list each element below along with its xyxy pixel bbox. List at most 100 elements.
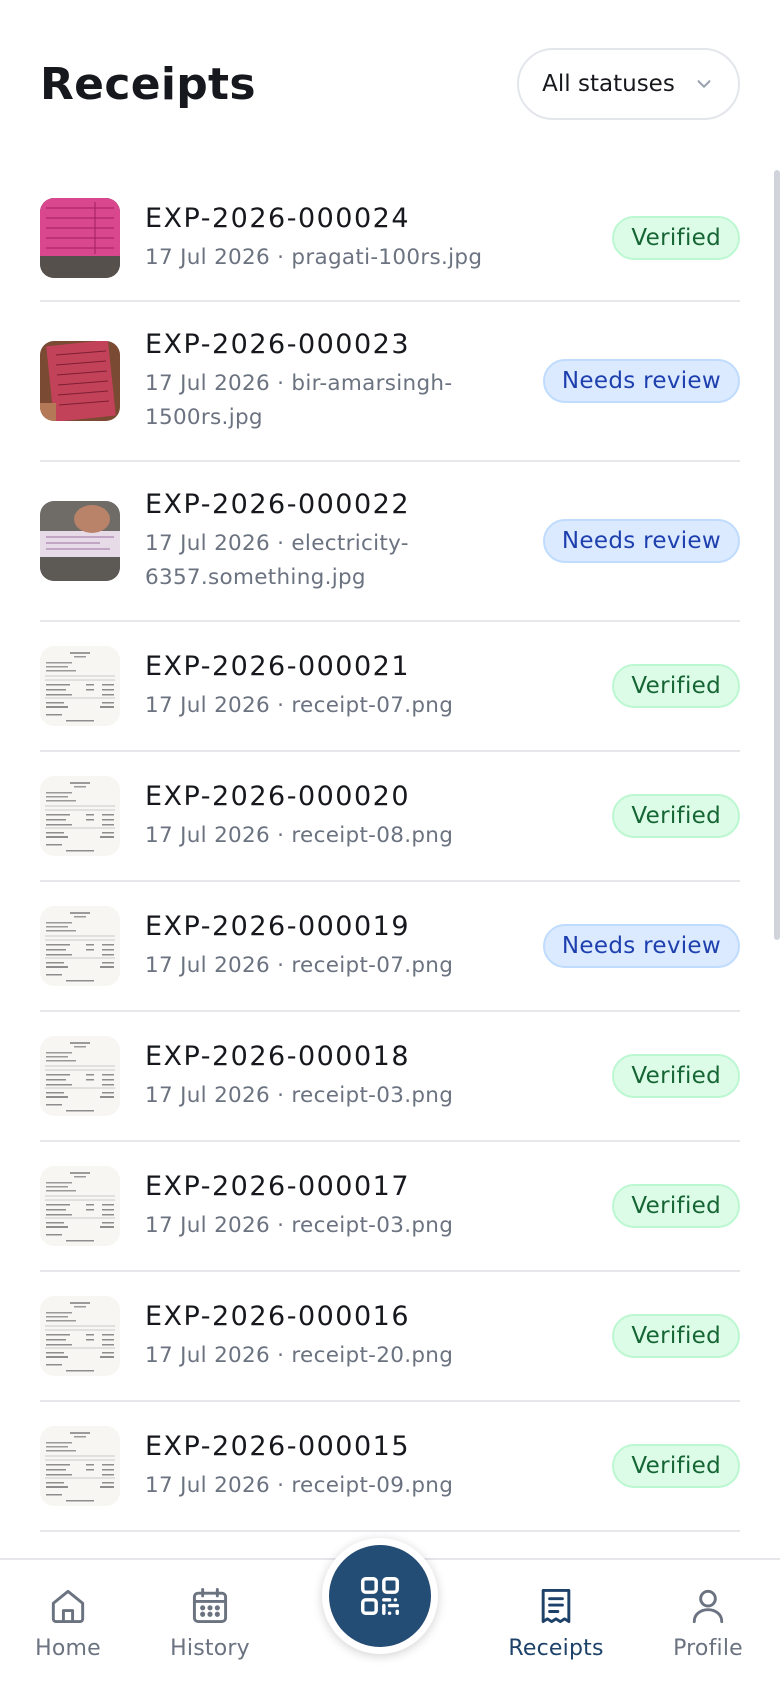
meta-separator: · bbox=[269, 245, 292, 270]
meta-separator: · bbox=[269, 371, 292, 396]
receipt-thumbnail bbox=[40, 501, 120, 581]
receipt-info: EXP-2026-000017 17 Jul 2026 · receipt-03.… bbox=[145, 1169, 612, 1243]
receipt-info: EXP-2026-000024 17 Jul 2026 · pragati-100… bbox=[145, 201, 612, 275]
receipt-thumbnail bbox=[40, 776, 120, 856]
receipt-meta: 17 Jul 2026 · receipt-20.png bbox=[145, 1339, 612, 1373]
receipt-row[interactable]: EXP-2026-000015 17 Jul 2026 · receipt-09.… bbox=[40, 1402, 740, 1532]
scan-button[interactable] bbox=[322, 1538, 438, 1654]
receipt-date: 17 Jul 2026 bbox=[145, 531, 270, 556]
nav-profile[interactable]: Profile bbox=[648, 1584, 768, 1661]
nav-receipts[interactable]: Receipts bbox=[496, 1584, 616, 1661]
receipt-filename: receipt-07.png bbox=[291, 953, 454, 978]
receipt-info: EXP-2026-000020 17 Jul 2026 · receipt-08.… bbox=[145, 779, 612, 853]
user-icon bbox=[692, 1589, 724, 1624]
receipt-info: EXP-2026-000019 17 Jul 2026 · receipt-07.… bbox=[145, 909, 543, 983]
receipt-row[interactable]: EXP-2026-000020 17 Jul 2026 · receipt-08.… bbox=[40, 752, 740, 882]
receipt-meta: 17 Jul 2026 · receipt-07.png bbox=[145, 689, 612, 723]
receipt-row[interactable]: EXP-2026-000018 17 Jul 2026 · receipt-03.… bbox=[40, 1012, 740, 1142]
receipt-date: 17 Jul 2026 bbox=[145, 1083, 270, 1108]
receipt-id: EXP-2026-000019 bbox=[145, 911, 411, 942]
receipt-id: EXP-2026-000018 bbox=[145, 1041, 411, 1072]
receipt-row[interactable]: EXP-2026-000023 17 Jul 2026 · bir-amarsin… bbox=[40, 302, 740, 462]
scrollbar[interactable] bbox=[774, 170, 780, 940]
receipt-meta: 17 Jul 2026 · receipt-03.png bbox=[145, 1209, 612, 1243]
status-badge: Verified bbox=[612, 1314, 740, 1358]
receipt-id: EXP-2026-000015 bbox=[145, 1431, 411, 1462]
status-badge: Verified bbox=[612, 1054, 740, 1098]
receipt-meta: 17 Jul 2026 · receipt-03.png bbox=[145, 1079, 612, 1113]
receipt-thumbnail bbox=[40, 1166, 120, 1246]
nav-profile-label: Profile bbox=[673, 1636, 743, 1661]
receipt-row[interactable]: EXP-2026-000021 17 Jul 2026 · receipt-07.… bbox=[40, 622, 740, 752]
meta-separator: · bbox=[269, 823, 292, 848]
receipt-row[interactable]: EXP-2026-000019 17 Jul 2026 · receipt-07.… bbox=[40, 882, 740, 1012]
receipt-date: 17 Jul 2026 bbox=[145, 1343, 270, 1368]
receipt-meta: 17 Jul 2026 · bir-amarsingh-1500rs.jpg bbox=[145, 367, 475, 435]
receipt-thumbnail bbox=[40, 1426, 120, 1506]
receipt-row[interactable]: EXP-2026-000022 17 Jul 2026 · electricity… bbox=[40, 462, 740, 622]
receipt-date: 17 Jul 2026 bbox=[145, 371, 270, 396]
receipt-id: EXP-2026-000023 bbox=[145, 329, 411, 360]
meta-separator: · bbox=[269, 1083, 292, 1108]
receipt-filename: receipt-03.png bbox=[291, 1083, 454, 1108]
meta-separator: · bbox=[269, 1343, 292, 1368]
receipt-date: 17 Jul 2026 bbox=[145, 1213, 270, 1238]
receipt-filename: receipt-07.png bbox=[291, 693, 454, 718]
receipt-info: EXP-2026-000018 17 Jul 2026 · receipt-03.… bbox=[145, 1039, 612, 1113]
status-badge: Needs review bbox=[542, 924, 740, 968]
receipt-date: 17 Jul 2026 bbox=[145, 953, 270, 978]
status-badge: Verified bbox=[612, 794, 740, 838]
receipt-meta: 17 Jul 2026 · receipt-09.png bbox=[145, 1469, 612, 1503]
receipt-info: EXP-2026-000022 17 Jul 2026 · electricity… bbox=[145, 487, 543, 595]
receipt-date: 17 Jul 2026 bbox=[145, 245, 270, 270]
receipt-meta: 17 Jul 2026 · electricity-6357.something… bbox=[145, 527, 475, 595]
receipt-filename: receipt-03.png bbox=[291, 1213, 454, 1238]
receipt-thumbnail bbox=[40, 1036, 120, 1116]
receipt-date: 17 Jul 2026 bbox=[145, 823, 270, 848]
status-badge: Needs review bbox=[542, 519, 740, 563]
status-badge: Verified bbox=[612, 1444, 740, 1488]
receipt-list: EXP-2026-000024 17 Jul 2026 · pragati-100… bbox=[40, 176, 740, 1532]
receipt-info: EXP-2026-000023 17 Jul 2026 · bir-amarsin… bbox=[145, 327, 543, 435]
receipt-row[interactable]: EXP-2026-000016 17 Jul 2026 · receipt-20.… bbox=[40, 1272, 740, 1402]
meta-separator: · bbox=[269, 531, 292, 556]
receipt-filename: receipt-09.png bbox=[291, 1473, 454, 1498]
receipt-id: EXP-2026-000016 bbox=[145, 1301, 411, 1332]
receipt-thumbnail bbox=[40, 341, 120, 421]
receipt-thumbnail bbox=[40, 906, 120, 986]
receipt-date: 17 Jul 2026 bbox=[145, 1473, 270, 1498]
meta-separator: · bbox=[269, 953, 292, 978]
receipt-thumbnail bbox=[40, 1296, 120, 1376]
status-badge: Verified bbox=[612, 1184, 740, 1228]
receipt-info: EXP-2026-000016 17 Jul 2026 · receipt-20.… bbox=[145, 1299, 612, 1373]
status-badge: Verified bbox=[612, 216, 740, 260]
status-filter-dropdown[interactable]: All statuses bbox=[517, 48, 740, 120]
receipt-id: EXP-2026-000017 bbox=[145, 1171, 411, 1202]
receipt-filename: receipt-20.png bbox=[291, 1343, 454, 1368]
meta-separator: · bbox=[269, 1473, 292, 1498]
qr-scan-icon bbox=[361, 1577, 399, 1615]
receipt-row[interactable]: EXP-2026-000024 17 Jul 2026 · pragati-100… bbox=[40, 176, 740, 302]
receipt-meta: 17 Jul 2026 · pragati-100rs.jpg bbox=[145, 241, 612, 275]
chevron-down-icon bbox=[697, 80, 711, 88]
receipt-id: EXP-2026-000021 bbox=[145, 651, 411, 682]
status-badge: Verified bbox=[612, 664, 740, 708]
receipt-filename: receipt-08.png bbox=[291, 823, 454, 848]
receipt-date: 17 Jul 2026 bbox=[145, 693, 270, 718]
receipt-id: EXP-2026-000022 bbox=[145, 489, 411, 520]
nav-history[interactable]: History bbox=[150, 1584, 270, 1661]
scan-button-inner bbox=[329, 1545, 431, 1647]
meta-separator: · bbox=[269, 1213, 292, 1238]
receipt-filename: pragati-100rs.jpg bbox=[291, 245, 483, 270]
receipt-thumbnail bbox=[40, 646, 120, 726]
receipt-row[interactable]: EXP-2026-000017 17 Jul 2026 · receipt-03.… bbox=[40, 1142, 740, 1272]
nav-home[interactable]: Home bbox=[8, 1584, 128, 1661]
nav-home-label: Home bbox=[35, 1636, 101, 1661]
receipt-id: EXP-2026-000024 bbox=[145, 203, 411, 234]
receipt-info: EXP-2026-000015 17 Jul 2026 · receipt-09.… bbox=[145, 1429, 612, 1503]
receipt-icon bbox=[541, 1588, 571, 1624]
status-filter-value: All statuses bbox=[542, 71, 675, 97]
receipt-meta: 17 Jul 2026 · receipt-08.png bbox=[145, 819, 612, 853]
receipt-thumbnail bbox=[40, 198, 120, 278]
nav-receipts-label: Receipts bbox=[508, 1636, 604, 1661]
